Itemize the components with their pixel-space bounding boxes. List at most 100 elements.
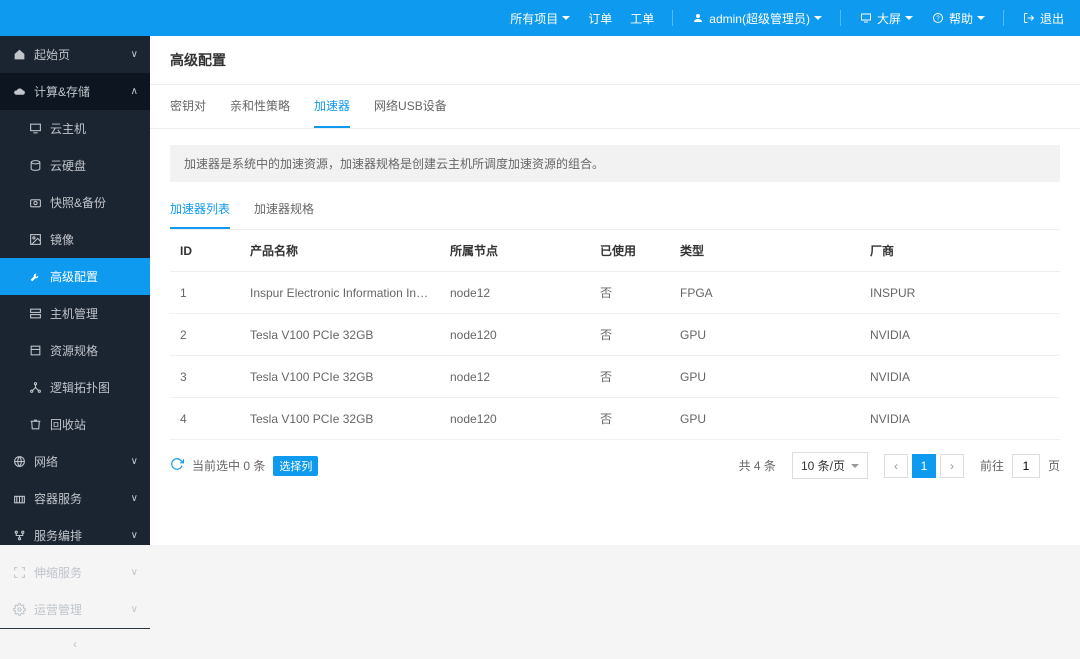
sidebar-item-label: 网络 (34, 453, 58, 470)
th-id[interactable]: ID (170, 230, 240, 272)
goto-input[interactable] (1012, 454, 1040, 478)
table-row[interactable]: 4Tesla V100 PCIe 32GBnode120否GPUNVIDIA (170, 398, 1060, 440)
sidebar-item-0[interactable]: 起始页∨ (0, 36, 150, 73)
refresh-icon[interactable] (170, 457, 184, 474)
pager-next[interactable]: › (940, 454, 964, 478)
pager: ‹ 1 › (884, 454, 964, 478)
separator (840, 10, 841, 26)
table-row[interactable]: 3Tesla V100 PCIe 32GBnode12否GPUNVIDIA (170, 356, 1060, 398)
cell-id: 3 (170, 356, 240, 398)
cell-name: Tesla V100 PCIe 32GB (240, 314, 440, 356)
logout-link[interactable]: 退出 (1022, 10, 1064, 27)
disk-icon (28, 159, 42, 173)
sidebar-item-label: 云硬盘 (50, 157, 86, 174)
sidebar-item-4[interactable]: 快照&备份 (0, 184, 150, 221)
chevron-icon: ∨ (131, 567, 138, 578)
chevron-icon: ∧ (131, 86, 138, 97)
sidebar-item-label: 回收站 (50, 416, 86, 433)
table-row[interactable]: 1Inspur Electronic Information Industry … (170, 272, 1060, 314)
page-suffix: 页 (1048, 457, 1060, 474)
container-icon (12, 492, 26, 506)
sidebar-item-9[interactable]: 逻辑拓扑图 (0, 369, 150, 406)
tab-3[interactable]: 网络USB设备 (374, 85, 447, 128)
user-icon (691, 11, 705, 25)
spec-icon (28, 344, 42, 358)
sidebar-item-label: 容器服务 (34, 490, 82, 507)
chevron-icon: ∨ (131, 49, 138, 60)
big-screen-link[interactable]: 大屏 (859, 10, 913, 27)
sidebar-item-label: 伸缩服务 (34, 564, 82, 581)
sidebar-item-8[interactable]: 资源规格 (0, 332, 150, 369)
table-row[interactable]: 2Tesla V100 PCIe 32GBnode120否GPUNVIDIA (170, 314, 1060, 356)
sidebar-item-label: 资源规格 (50, 342, 98, 359)
cell-name: Inspur Electronic Information Industry C… (240, 272, 440, 314)
svg-text:?: ? (936, 16, 940, 22)
sidebar-item-13[interactable]: 服务编排∨ (0, 517, 150, 554)
subtab-1[interactable]: 加速器规格 (254, 190, 314, 229)
sidebar-item-1[interactable]: 计算&存储 ∧ (0, 73, 150, 110)
sidebar-item-7[interactable]: 主机管理 (0, 295, 150, 332)
work-orders-link[interactable]: 工单 (630, 10, 654, 27)
sidebar-item-label: 服务编排 (34, 527, 82, 544)
projects-label: 所有项目 (510, 10, 558, 27)
sidebar-item-15[interactable]: 运营管理∨ (0, 591, 150, 628)
sidebar-item-label: 计算&存储 (34, 83, 90, 100)
topbar: 所有项目 订单 工单 admin(超级管理员) 大屏 ? 帮助 退出 (0, 0, 1080, 36)
table-footer: 当前选中 0 条 选择列 共 4 条 10 条/页 ‹ 1 › 前往 页 (170, 440, 1060, 483)
caret-down-icon (562, 16, 570, 20)
caret-down-icon (977, 16, 985, 20)
orders-link[interactable]: 订单 (588, 10, 612, 27)
sidebar-item-label: 镜像 (50, 231, 74, 248)
cell-type: GPU (670, 356, 860, 398)
chevron-icon: ∨ (131, 493, 138, 504)
cell-node: node12 (440, 356, 590, 398)
pager-prev[interactable]: ‹ (884, 454, 908, 478)
caret-down-icon (814, 16, 822, 20)
cell-name: Tesla V100 PCIe 32GB (240, 398, 440, 440)
screen-icon (859, 11, 873, 25)
separator (1003, 10, 1004, 26)
page-size-select[interactable]: 10 条/页 (792, 452, 868, 479)
tab-0[interactable]: 密钥对 (170, 85, 206, 128)
user-dropdown[interactable]: admin(超级管理员) (691, 10, 822, 27)
cell-vendor: NVIDIA (860, 356, 1060, 398)
tab-1[interactable]: 亲和性策略 (230, 85, 290, 128)
sidebar-item-12[interactable]: 容器服务 ∨ (0, 480, 150, 517)
total-count: 共 4 条 (739, 457, 776, 474)
sidebar-item-5[interactable]: 镜像 (0, 221, 150, 258)
sidebar-item-label: 快照&备份 (50, 194, 106, 211)
sidebar-item-6[interactable]: 高级配置 (0, 258, 150, 295)
help-link[interactable]: ? 帮助 (931, 10, 985, 27)
sidebar-collapse-button[interactable]: ‹ (0, 628, 150, 659)
select-columns-button[interactable]: 选择列 (273, 456, 318, 476)
subtabs: 加速器列表加速器规格 (170, 190, 1060, 230)
th-used[interactable]: 已使用 (590, 230, 670, 272)
cell-id: 2 (170, 314, 240, 356)
projects-dropdown[interactable]: 所有项目 (510, 10, 570, 27)
tab-2[interactable]: 加速器 (314, 85, 350, 128)
page-title: 高级配置 (150, 36, 1080, 85)
cell-type: GPU (670, 398, 860, 440)
sidebar-item-3[interactable]: 云硬盘 (0, 147, 150, 184)
subtab-0[interactable]: 加速器列表 (170, 190, 230, 229)
sidebar-item-2[interactable]: 云主机 (0, 110, 150, 147)
sidebar-item-11[interactable]: 网络∨ (0, 443, 150, 480)
accelerator-table: ID 产品名称 所属节点 已使用 类型 厂商 1Inspur Electroni… (170, 230, 1060, 440)
pager-page-1[interactable]: 1 (912, 454, 936, 478)
th-type[interactable]: 类型 (670, 230, 860, 272)
sidebar-item-label: 主机管理 (50, 305, 98, 322)
server-icon (28, 307, 42, 321)
image-icon (28, 233, 42, 247)
main-content: 高级配置 密钥对亲和性策略加速器网络USB设备 加速器是系统中的加速资源，加速器… (150, 36, 1080, 545)
th-name[interactable]: 产品名称 (240, 230, 440, 272)
th-node[interactable]: 所属节点 (440, 230, 590, 272)
cell-used: 否 (590, 314, 670, 356)
orchestrate-icon (12, 529, 26, 543)
trash-icon (28, 418, 42, 432)
sidebar-item-label: 高级配置 (50, 268, 98, 285)
th-vendor[interactable]: 厂商 (860, 230, 1060, 272)
cell-used: 否 (590, 398, 670, 440)
sidebar-item-14[interactable]: 伸缩服务 ∨ (0, 554, 150, 591)
topology-icon (28, 381, 42, 395)
sidebar-item-10[interactable]: 回收站 (0, 406, 150, 443)
